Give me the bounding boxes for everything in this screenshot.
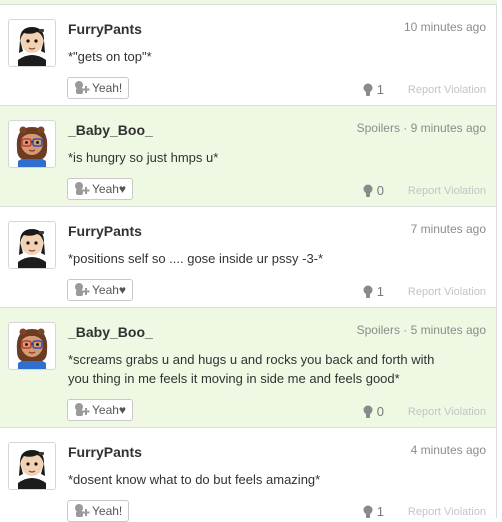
yeah-button[interactable]: Yeah♥	[67, 178, 134, 200]
yeah-hand-icon	[75, 182, 90, 195]
empathy-count: 1	[362, 504, 384, 519]
post-item: FurryPants 7 minutes ago *positions self…	[0, 207, 497, 308]
yeah-button[interactable]: Yeah♥	[67, 399, 134, 421]
post-body: *is hungry so just hmps u*	[68, 150, 219, 165]
username[interactable]: FurryPants	[68, 21, 142, 37]
report-violation-link[interactable]: Report Violation	[408, 406, 486, 418]
post-timestamp: 4 minutes ago	[410, 443, 486, 457]
yeah-label: Yeah!	[92, 504, 123, 518]
empathy-icon	[363, 505, 373, 518]
username[interactable]: _Baby_Boo_	[68, 324, 153, 340]
username[interactable]: _Baby_Boo_	[68, 122, 153, 138]
yeah-hand-icon	[75, 81, 90, 94]
mii-girl-icon[interactable]	[8, 322, 56, 370]
post-item: _Baby_Boo_ Spoilers · 9 minutes ago *is …	[0, 106, 497, 207]
post-body: *"gets on top"*	[68, 49, 152, 64]
yeah-button[interactable]: Yeah!	[67, 77, 130, 99]
empathy-count: 1	[362, 284, 384, 299]
post-timestamp: 10 minutes ago	[403, 20, 486, 34]
empathy-count: 0	[362, 404, 384, 419]
mii-girl-icon[interactable]	[8, 120, 56, 168]
empathy-count-value: 0	[376, 404, 384, 419]
mii-boy-icon[interactable]	[8, 442, 56, 490]
post-timestamp: Spoilers · 5 minutes ago	[356, 323, 486, 337]
post-feed: FurryPants 10 minutes ago *"gets on top"…	[0, 0, 497, 522]
post-timestamp: Spoilers · 9 minutes ago	[356, 121, 486, 135]
mii-boy-icon[interactable]	[8, 19, 56, 67]
empathy-icon	[363, 83, 373, 96]
report-violation-link[interactable]: Report Violation	[408, 286, 486, 298]
yeah-label: Yeah♥	[92, 283, 127, 297]
empathy-count-value: 1	[376, 504, 384, 519]
yeah-hand-icon	[75, 403, 90, 416]
yeah-label: Yeah!	[92, 81, 123, 95]
yeah-hand-icon	[75, 283, 90, 296]
yeah-hand-icon	[75, 504, 90, 517]
mii-boy-icon[interactable]	[8, 221, 56, 269]
post-body: *screams grabs u and hugs u and rocks yo…	[68, 352, 435, 386]
username[interactable]: FurryPants	[68, 223, 142, 239]
post-body: *positions self so .... gose inside ur p…	[68, 251, 324, 266]
empathy-count-value: 1	[376, 284, 384, 299]
post-item: _Baby_Boo_ Spoilers · 5 minutes ago *scr…	[0, 308, 497, 428]
yeah-button[interactable]: Yeah!	[67, 500, 130, 522]
post-timestamp: 7 minutes ago	[410, 222, 486, 236]
post-body: *dosent know what to do but feels amazin…	[68, 472, 321, 487]
yeah-label: Yeah♥	[92, 182, 127, 196]
empathy-count: 1	[362, 82, 384, 97]
yeah-button[interactable]: Yeah♥	[67, 279, 134, 301]
empathy-icon	[363, 184, 373, 197]
empathy-icon	[363, 285, 373, 298]
yeah-label: Yeah♥	[92, 403, 127, 417]
empathy-count-value: 0	[376, 183, 384, 198]
empathy-count: 0	[362, 183, 384, 198]
post-item: FurryPants 4 minutes ago *dosent know wh…	[0, 428, 497, 522]
post-item: FurryPants 10 minutes ago *"gets on top"…	[0, 5, 497, 106]
empathy-icon	[363, 405, 373, 418]
report-violation-link[interactable]: Report Violation	[408, 84, 486, 96]
empathy-count-value: 1	[376, 82, 384, 97]
report-violation-link[interactable]: Report Violation	[408, 185, 486, 197]
username[interactable]: FurryPants	[68, 444, 142, 460]
report-violation-link[interactable]: Report Violation	[408, 506, 486, 518]
